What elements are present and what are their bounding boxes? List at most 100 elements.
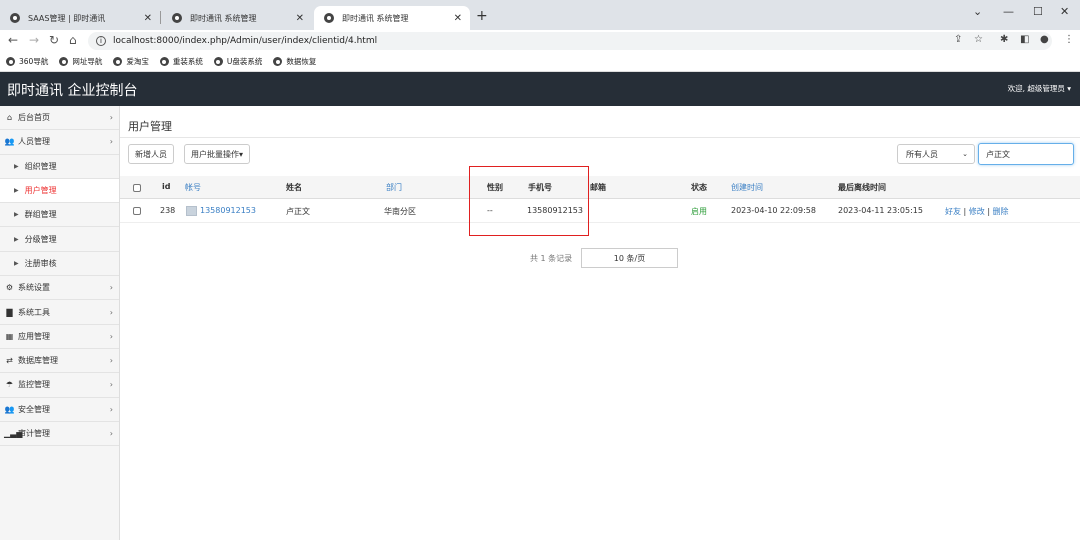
chevron-right-icon: › <box>109 429 113 438</box>
window-close-icon[interactable]: ✕ <box>1060 5 1069 18</box>
bookmark-item[interactable]: 网址导航 <box>59 56 102 67</box>
cell-account[interactable]: 13580912153 <box>200 206 256 215</box>
sidebar-item-groups[interactable]: ▶ 群组管理 <box>0 203 119 228</box>
col-created[interactable]: 创建时间 <box>731 182 763 193</box>
sidebar-item-apps[interactable]: ▦ 应用管理 › <box>0 325 119 349</box>
chevron-right-icon: › <box>109 137 113 147</box>
sidebar-item-label: 注册审核 <box>24 258 57 268</box>
cell-id: 238 <box>160 206 176 215</box>
users-icon: 👥 <box>4 404 15 414</box>
close-icon[interactable]: ✕ <box>144 13 152 24</box>
select-all-checkbox[interactable] <box>133 184 141 192</box>
reload-icon[interactable]: ↻ <box>49 33 59 47</box>
page-size-select[interactable]: 10 条/页 <box>581 248 678 268</box>
sidebar-item-settings[interactable]: ⚙ 系统设置 › <box>0 276 119 301</box>
sidepanel-icon[interactable]: ◧ <box>1020 34 1029 45</box>
user-menu[interactable]: 欢迎, 超级管理员 ▾ <box>1008 83 1071 94</box>
chevron-down-icon[interactable]: ⌄ <box>973 5 982 18</box>
caret-right-icon: ▶ <box>14 235 19 243</box>
globe-icon <box>213 57 223 66</box>
bookmark-item[interactable]: 360导航 <box>6 56 48 67</box>
close-icon[interactable]: ✕ <box>454 13 462 24</box>
back-arrow-icon[interactable]: ← <box>8 33 18 47</box>
edit-link[interactable]: 修改 <box>969 207 985 216</box>
friend-link[interactable]: 好友 <box>945 207 961 216</box>
sidebar-item-users[interactable]: ▶ 用户管理 <box>0 178 119 204</box>
sidebar-item-personnel[interactable]: 👥 人员管理 › <box>0 130 119 155</box>
globe-icon <box>273 57 283 66</box>
sidebar-item-label: 监控管理 <box>18 380 50 390</box>
batch-actions-button[interactable]: 用户批量操作▾ <box>184 144 251 164</box>
col-account[interactable]: 帐号 <box>185 182 201 193</box>
delete-link[interactable]: 删除 <box>993 207 1009 216</box>
annotation-highlight-box <box>469 166 589 236</box>
row-checkbox[interactable] <box>133 207 141 215</box>
sidebar-item-monitor[interactable]: ☂ 监控管理 › <box>0 373 119 398</box>
divider <box>120 137 1080 138</box>
sidebar-item-database[interactable]: ⇄ 数据库管理 › <box>0 349 119 374</box>
col-id: id <box>162 182 171 191</box>
sidebar-item-audit[interactable]: ▁▃▅ 审计管理 › <box>0 422 119 447</box>
chevron-down-icon: ⌄ <box>962 150 968 158</box>
globe-icon <box>6 57 15 66</box>
filter-select-value: 所有人员 <box>906 149 938 159</box>
grid-icon: ▦ <box>5 331 14 341</box>
bookmarks-bar: 360导航 网址导航 爱淘宝 重装系统 U盘装系统 数据恢复 <box>0 52 1080 72</box>
forward-arrow-icon[interactable]: → <box>29 33 39 47</box>
globe-icon <box>159 57 169 66</box>
table-row: 238 13580912153 卢正文 华南分区 -- 13580912153 … <box>120 199 1080 223</box>
close-icon[interactable]: ✕ <box>296 13 304 24</box>
bookmark-label: 爱淘宝 <box>126 57 149 66</box>
search-input[interactable]: 卢正文 <box>978 143 1074 165</box>
tab-title: 即时通讯 系统管理 <box>190 13 257 23</box>
sidebar-item-registration[interactable]: ▶ 注册审核 <box>0 252 119 277</box>
sidebar: ⌂ 后台首页 › 👥 人员管理 › ▶ 组织管理 ▶ 用户管理 ▶ 群组管理 ▶ 分级管理 ▶ 注… <box>0 106 120 540</box>
profile-icon[interactable]: ● <box>1040 34 1049 45</box>
bookmark-item[interactable]: 爱淘宝 <box>113 56 149 67</box>
browser-tab-active[interactable]: 即时通讯 系统管理 ✕ <box>314 6 470 30</box>
extensions-icon[interactable]: ✱ <box>1000 34 1008 45</box>
caret-right-icon: ▶ <box>14 259 19 267</box>
url-field[interactable]: i localhost:8000/index.php/Admin/user/in… <box>88 32 1052 50</box>
tab-title: 即时通讯 系统管理 <box>342 13 409 23</box>
app-header: 即时通讯 企业控制台 欢迎, 超级管理员 ▾ <box>0 72 1080 106</box>
umbrella-icon: ☂ <box>5 380 14 390</box>
sidebar-item-label: 系统工具 <box>18 307 50 317</box>
sidebar-item-levels[interactable]: ▶ 分级管理 <box>0 227 119 252</box>
sidebar-item-label: 应用管理 <box>18 331 50 341</box>
home-icon[interactable]: ⌂ <box>69 33 77 47</box>
bookmark-item[interactable]: 数据恢复 <box>273 56 316 67</box>
filter-select[interactable]: 所有人员 ⌄ <box>897 144 975 164</box>
chevron-right-icon: › <box>109 356 113 366</box>
new-tab-button[interactable]: + <box>476 8 488 24</box>
sidebar-item-tools[interactable]: ▇ 系统工具 › <box>0 300 119 325</box>
browser-tab[interactable]: 即时通讯 系统管理 ✕ <box>162 6 312 30</box>
gears-icon: ⚙ <box>5 283 14 293</box>
record-count: 共 1 条记录 <box>530 254 573 263</box>
col-dept[interactable]: 部门 <box>386 182 402 193</box>
bookmark-item[interactable]: U盘装系统 <box>213 56 263 67</box>
globe-icon <box>113 57 123 66</box>
bookmark-label: 360导航 <box>19 57 49 66</box>
share-icon[interactable]: ⇪ <box>954 34 962 45</box>
maximize-icon[interactable]: ☐ <box>1033 5 1043 18</box>
bookmark-label: U盘装系统 <box>226 57 263 66</box>
info-icon[interactable]: i <box>96 36 106 46</box>
table-header: id 帐号 姓名 部门 性别 手机号 邮箱 状态 创建时间 最后离线时间 <box>120 176 1080 199</box>
minimize-icon[interactable]: — <box>1003 5 1014 18</box>
col-last-offline: 最后离线时间 <box>838 183 886 192</box>
bookmark-item[interactable]: 重装系统 <box>159 56 203 67</box>
sidebar-item-security[interactable]: 👥 安全管理 › <box>0 398 119 422</box>
browser-tab[interactable]: SAAS管理 | 即时通讯 ✕ <box>0 6 160 30</box>
menu-kebab-icon[interactable]: ⋮ <box>1064 34 1074 45</box>
sidebar-item-org[interactable]: ▶ 组织管理 <box>0 155 119 179</box>
brand-title[interactable]: 即时通讯 企业控制台 <box>7 80 137 100</box>
add-user-button[interactable]: 新增人员 <box>128 144 174 164</box>
page-title: 用户管理 <box>128 120 172 133</box>
action-separator: | <box>984 207 993 216</box>
chevron-right-icon: › <box>109 404 113 414</box>
star-icon[interactable]: ☆ <box>974 34 983 45</box>
users-icon: 👥 <box>4 137 15 147</box>
sidebar-item-home[interactable]: ⌂ 后台首页 › <box>0 106 119 131</box>
col-email: 邮箱 <box>590 183 606 192</box>
